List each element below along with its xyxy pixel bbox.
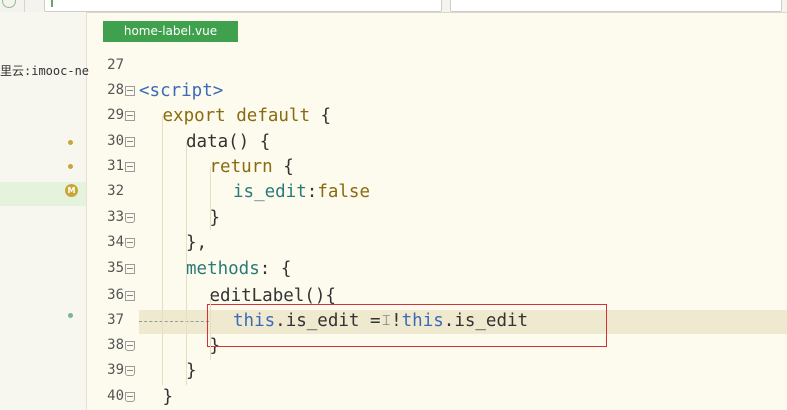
code-token: { (272, 157, 294, 177)
code-token: is_edit (233, 182, 307, 202)
line-number: 30 (107, 133, 124, 149)
indent-guide (186, 142, 187, 280)
line-number: 40 (107, 388, 124, 404)
code-token: : { (259, 259, 292, 279)
fold-toggle-icon[interactable] (125, 392, 135, 402)
indent-guide (210, 296, 211, 360)
code-token: } (209, 208, 221, 228)
search-field[interactable] (450, 0, 782, 12)
run-icon[interactable] (2, 0, 16, 8)
annotation-box (207, 304, 607, 347)
project-path[interactable]: 里云:imooc-ne (0, 62, 89, 79)
fold-toggle-icon[interactable] (125, 213, 135, 223)
indent-dash-guide (139, 321, 209, 322)
project-sidebar: 里云:imooc-ne (0, 12, 89, 410)
toolbar-divider (24, 0, 25, 12)
text-cursor-icon: ⌶ (382, 313, 391, 329)
line-number: 27 (107, 57, 124, 73)
line-number: 31 (107, 158, 124, 174)
code-line[interactable]: } (186, 360, 197, 382)
code-token: } (186, 361, 197, 381)
code-token: } (162, 387, 174, 407)
search-hint (459, 0, 579, 3)
code-token: data() { (186, 132, 271, 152)
line-number: 37 (107, 312, 124, 328)
line-number: 33 (107, 209, 124, 225)
code-token: : (306, 182, 318, 202)
change-marker-icon (68, 313, 73, 318)
code-token: return (209, 157, 273, 177)
indent-guide (162, 116, 163, 385)
modified-badge-icon: M (65, 184, 78, 197)
file-icon (51, 0, 61, 7)
fold-toggle-icon[interactable] (125, 86, 135, 96)
code-token: editLabel(){ (209, 286, 336, 306)
fold-toggle-icon[interactable] (125, 111, 135, 121)
code-token: <script> (139, 81, 224, 101)
code-token: }, (186, 233, 208, 253)
code-line[interactable]: data() { (186, 131, 270, 153)
code-token: methods (186, 259, 260, 279)
line-number: 34 (107, 234, 124, 250)
change-marker-icon (68, 164, 73, 169)
fold-toggle-icon[interactable] (125, 341, 135, 351)
fold-toggle-icon[interactable] (125, 162, 135, 172)
line-number: 35 (107, 260, 124, 276)
line-number: 38 (107, 337, 124, 353)
line-number: 36 (107, 287, 124, 303)
code-line[interactable]: methods: { (186, 258, 291, 280)
code-line[interactable]: return { (210, 156, 294, 178)
code-line[interactable]: is_edit:false (233, 181, 370, 203)
change-marker-icon (68, 140, 73, 145)
code-line[interactable]: <script> (139, 80, 223, 102)
code-token: { (310, 106, 332, 126)
indent-guide (210, 167, 211, 230)
line-number: 39 (107, 362, 124, 378)
fold-toggle-icon[interactable] (125, 238, 135, 248)
indent-guide (186, 269, 187, 385)
code-token: export default (162, 106, 311, 126)
fold-toggle-icon[interactable] (125, 264, 135, 274)
line-number: 32 (107, 183, 124, 199)
line-number: 29 (107, 107, 124, 123)
code-line[interactable]: export default { (163, 105, 332, 127)
code-token: false (317, 182, 370, 202)
code-line[interactable]: } (163, 386, 174, 408)
fold-toggle-icon[interactable] (125, 137, 135, 147)
line-number: 28 (107, 82, 124, 98)
fold-toggle-icon[interactable] (125, 291, 135, 301)
code-line[interactable]: } (210, 207, 221, 229)
fold-toggle-icon[interactable] (125, 366, 135, 376)
code-line[interactable]: }, (186, 232, 207, 254)
